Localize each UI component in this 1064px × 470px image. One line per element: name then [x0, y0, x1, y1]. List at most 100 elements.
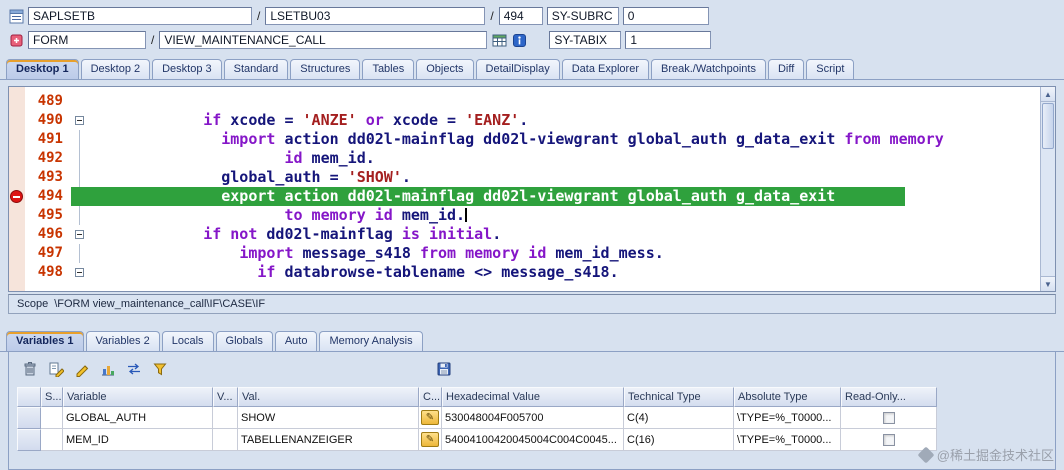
fold-margin — [71, 168, 91, 187]
fold-toggle-icon[interactable] — [75, 230, 84, 239]
breakpoint-margin[interactable] — [9, 111, 25, 130]
include-field[interactable] — [265, 7, 486, 25]
tab-script[interactable]: Script — [806, 59, 855, 79]
tab-standard[interactable]: Standard — [223, 59, 289, 79]
scroll-up-icon[interactable]: ▲ — [1041, 87, 1055, 102]
tab-tables[interactable]: Tables — [362, 59, 415, 79]
desktop-tabstrip: Desktop 1 Desktop 2 Desktop 3 Standard Struc… — [0, 56, 1064, 80]
chart-button[interactable] — [97, 359, 119, 379]
watch-variable-2-field[interactable] — [549, 31, 622, 49]
line-number: 495 — [37, 207, 63, 223]
fold-margin — [71, 206, 91, 225]
scroll-thumb[interactable] — [1042, 103, 1054, 149]
variables-tabstrip: Variables 1 Variables 2 Locals Globals Auto M… — [0, 328, 1064, 352]
info-icon[interactable] — [511, 32, 527, 48]
tab-break-watchpoints[interactable]: Break./Watchpoints — [651, 59, 766, 79]
code-text: export action dd02l-mainflag dd02l-viewg… — [91, 187, 1055, 206]
breakpoint-margin[interactable] — [9, 168, 25, 187]
event-type-field[interactable] — [28, 31, 146, 49]
breakpoint-margin[interactable] — [9, 206, 25, 225]
tab-variables-1[interactable]: Variables 1 — [6, 331, 84, 351]
read-only-checkbox[interactable] — [882, 411, 895, 424]
code-area: 489 490 if xcode = 'ANZE' or xcode = 'EAN… — [9, 87, 1055, 282]
filter-icon — [153, 363, 167, 376]
col-header-c[interactable]: C... — [419, 387, 442, 407]
tab-desktop-2[interactable]: Desktop 2 — [80, 59, 151, 79]
col-header-selector[interactable] — [17, 387, 41, 407]
breakpoint-margin[interactable] — [9, 130, 25, 149]
row-selector[interactable] — [17, 429, 41, 451]
code-line-494[interactable]: 494 export action dd02l-mainflag dd02l-v… — [9, 187, 1055, 206]
tab-globals[interactable]: Globals — [215, 331, 273, 351]
tab-desktop-1[interactable]: Desktop 1 — [6, 59, 79, 79]
table-row[interactable]: GLOBAL_AUTH SHOW ✎ 530048004F005700 C(4) \TYP… — [17, 407, 1055, 429]
code-line-498[interactable]: 498 if databrowse-tablename <> message_s… — [9, 263, 1055, 282]
pencil-icon — [76, 365, 89, 377]
cell-s — [41, 429, 63, 451]
tab-locals[interactable]: Locals — [161, 331, 214, 351]
tab-detaildisplay[interactable]: DetailDisplay — [475, 59, 560, 79]
table-row[interactable]: MEM_ID TABELLENANZEIGER ✎ 54004100420045004… — [17, 429, 1055, 451]
code-line-496[interactable]: 496 if not dd02l-mainflag is initial. — [9, 225, 1055, 244]
program-icon — [8, 8, 24, 24]
code-line-493[interactable]: 493 global_auth = 'SHOW'. — [9, 168, 1055, 187]
watch-variable-1-field[interactable] — [546, 7, 619, 25]
line-number: 491 — [37, 131, 63, 147]
breakpoint-margin[interactable] — [9, 187, 25, 206]
col-header-val[interactable]: Val. — [238, 387, 419, 407]
tab-data-explorer[interactable]: Data Explorer — [561, 59, 649, 79]
col-header-v[interactable]: V... — [213, 387, 238, 407]
col-header-read-only[interactable]: Read-Only... — [841, 387, 937, 407]
program-field[interactable] — [28, 7, 252, 25]
code-line-490[interactable]: 490 if xcode = 'ANZE' or xcode = 'EANZ'. — [9, 111, 1055, 130]
fold-margin — [71, 263, 91, 282]
edit-value-icon[interactable]: ✎ — [421, 432, 439, 447]
breakpoint-margin[interactable] — [9, 92, 25, 111]
line-number-field[interactable] — [498, 7, 543, 25]
breakpoint-margin[interactable] — [9, 225, 25, 244]
edit-button[interactable] — [71, 359, 93, 379]
tab-structures[interactable]: Structures — [290, 59, 361, 79]
vertical-scrollbar[interactable]: ▲ ▼ — [1040, 87, 1055, 291]
code-line-495[interactable]: 495 to memory id mem_id. — [9, 206, 1055, 225]
col-header-variable[interactable]: Variable — [63, 387, 213, 407]
code-editor[interactable]: 489 490 if xcode = 'ANZE' or xcode = 'EAN… — [8, 86, 1056, 292]
cell-variable: MEM_ID — [63, 429, 213, 451]
tab-auto[interactable]: Auto — [274, 331, 318, 351]
col-header-absolute-type[interactable]: Absolute Type — [734, 387, 841, 407]
code-text: id mem_id. — [284, 149, 375, 167]
read-only-checkbox[interactable] — [882, 433, 895, 446]
table-contents-icon[interactable] — [491, 32, 507, 48]
change-entry-button[interactable] — [45, 359, 67, 379]
tab-objects[interactable]: Objects — [416, 59, 474, 79]
tab-memory-analysis[interactable]: Memory Analysis — [319, 331, 423, 351]
separator: / — [257, 9, 261, 23]
edit-value-icon[interactable]: ✎ — [421, 410, 439, 425]
save-button[interactable] — [433, 359, 455, 379]
code-line-492[interactable]: 492 id mem_id. — [9, 149, 1055, 168]
code-line-497[interactable]: 497 import message_s418 from memory id m… — [9, 244, 1055, 263]
breakpoint-margin[interactable] — [9, 149, 25, 168]
delete-button[interactable] — [19, 359, 41, 379]
filter-button[interactable] — [149, 359, 171, 379]
fold-toggle-icon[interactable] — [75, 268, 84, 277]
col-header-s[interactable]: S... — [41, 387, 63, 407]
col-header-technical-type[interactable]: Technical Type — [624, 387, 734, 407]
tab-variables-2[interactable]: Variables 2 — [85, 331, 160, 351]
event-name-field[interactable] — [159, 31, 488, 49]
fold-margin — [71, 187, 91, 206]
code-line-491[interactable]: 491 import action dd02l-mainflag dd02l-v… — [9, 130, 1055, 149]
tab-desktop-3[interactable]: Desktop 3 — [152, 59, 222, 79]
col-header-hexadecimal-value[interactable]: Hexadecimal Value — [442, 387, 624, 407]
swap-button[interactable] — [123, 359, 145, 379]
scroll-down-icon[interactable]: ▼ — [1041, 276, 1055, 291]
tab-diff[interactable]: Diff — [767, 59, 805, 79]
code-line-489[interactable]: 489 — [9, 92, 1055, 111]
line-number: 490 — [37, 112, 63, 128]
fold-toggle-icon[interactable] — [75, 116, 84, 125]
breakpoint-margin[interactable] — [9, 244, 25, 263]
row-selector[interactable] — [17, 407, 41, 429]
breakpoint-margin[interactable] — [9, 263, 25, 282]
form-event-icon — [8, 32, 24, 48]
